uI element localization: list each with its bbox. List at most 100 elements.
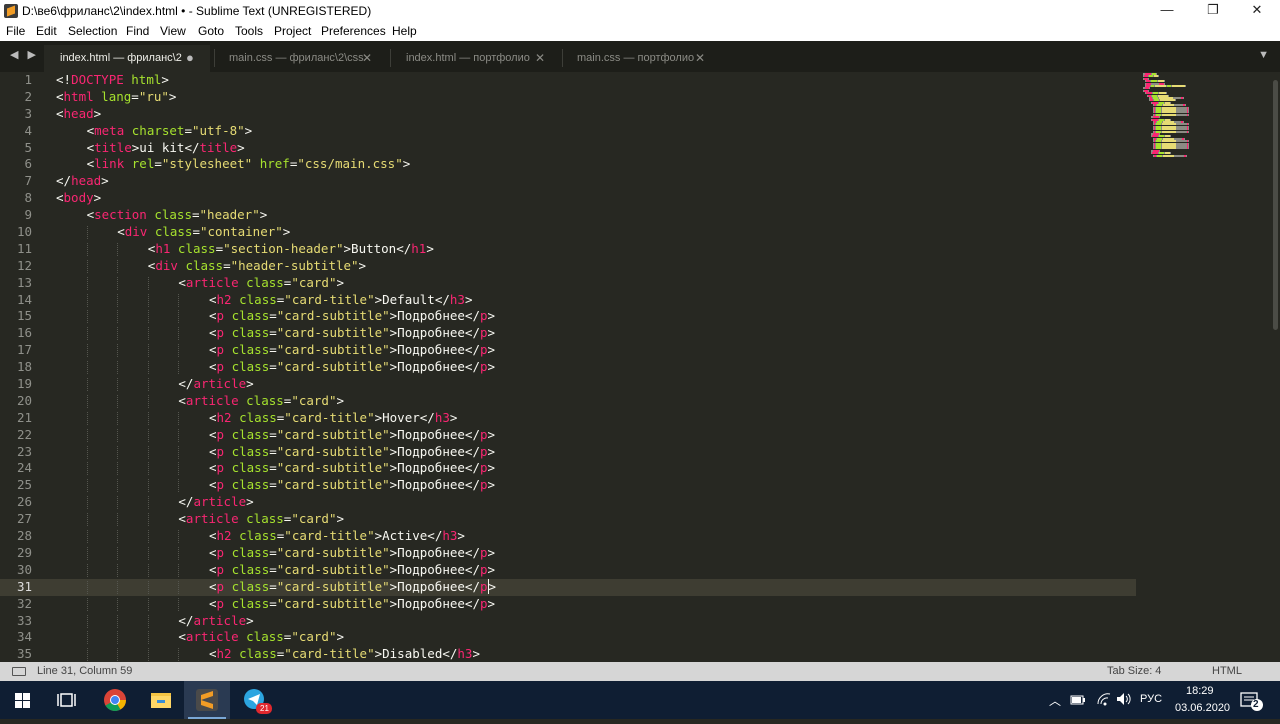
menu-file[interactable]: File xyxy=(6,24,25,38)
code-line[interactable]: </article> xyxy=(56,613,1136,630)
close-icon[interactable]: ✕ xyxy=(695,45,705,71)
tab-main-css-freelance[interactable]: main.css — фриланс\2\css ✕ xyxy=(213,45,383,72)
tab-size[interactable]: Tab Size: 4 xyxy=(1107,665,1161,677)
code-line[interactable]: <p class="card-subtitle">Подробнее</p> xyxy=(56,427,1136,444)
code-line[interactable]: <p class="card-subtitle">Подробнее</p> xyxy=(56,444,1136,461)
code-line[interactable]: <p class="card-subtitle">Подробнее</p> xyxy=(56,325,1136,342)
code-line[interactable]: <p class="card-subtitle">Подробнее</p> xyxy=(56,308,1136,325)
code-line[interactable]: <div class="container"> xyxy=(56,224,1136,241)
tab-main-css-portfolio[interactable]: main.css — портфолио ✕ xyxy=(561,45,731,72)
file-explorer-icon[interactable] xyxy=(138,681,184,719)
windows-start-icon[interactable] xyxy=(0,681,46,719)
indent-guide xyxy=(117,462,119,476)
indent-guide xyxy=(178,327,180,341)
clock-date[interactable]: 03.06.2020 xyxy=(1175,702,1230,714)
code-token: </ xyxy=(178,612,194,628)
code-line[interactable]: <p class="card-subtitle">Подробнее</p> xyxy=(56,578,1136,596)
code-line[interactable]: <p class="card-subtitle">Подробнее</p> xyxy=(56,342,1136,359)
close-button[interactable]: ✕ xyxy=(1234,0,1280,22)
indent-guide xyxy=(178,428,180,442)
chevron-up-icon[interactable]: ︿ xyxy=(1049,692,1061,709)
minimap[interactable] xyxy=(1140,72,1270,662)
code-line[interactable]: <p class="card-subtitle">Подробнее</p> xyxy=(56,596,1136,613)
menu-edit[interactable]: Edit xyxy=(36,24,57,38)
menu-preferences[interactable]: Preferences xyxy=(321,24,386,38)
code-line[interactable]: <article class="card"> xyxy=(56,393,1136,410)
minimize-button[interactable]: — xyxy=(1144,0,1190,22)
syntax-mode[interactable]: HTML xyxy=(1212,665,1242,677)
code-line[interactable]: <h1 class="section-header">Button</h1> xyxy=(56,241,1136,258)
indent-guide xyxy=(117,378,119,392)
menu-tools[interactable]: Tools xyxy=(235,24,263,38)
notifications-icon[interactable] xyxy=(1240,690,1264,712)
minimap-line xyxy=(1185,85,1186,87)
code-line[interactable]: <h2 class="card-title">Hover</h3> xyxy=(56,410,1136,427)
scrollbar-thumb[interactable] xyxy=(1273,80,1278,330)
code-token: "card-subtitle" xyxy=(276,578,390,594)
menu-selection[interactable]: Selection xyxy=(68,24,117,38)
code-token: < xyxy=(56,190,64,206)
close-icon[interactable]: ✕ xyxy=(535,45,545,71)
unsaved-dot-icon[interactable]: ● xyxy=(186,45,194,71)
volume-icon[interactable] xyxy=(1115,692,1133,706)
code-line[interactable]: <h2 class="card-title">Active</h3> xyxy=(56,528,1136,545)
code-line[interactable]: <html lang="ru"> xyxy=(56,89,1136,106)
code-token: body xyxy=(63,190,94,206)
code-token: > xyxy=(487,308,496,324)
menu-view[interactable]: View xyxy=(160,24,186,38)
wifi-icon[interactable] xyxy=(1096,692,1112,706)
code-line[interactable]: <head> xyxy=(56,106,1136,123)
tab-dropdown-icon[interactable]: ▼ xyxy=(1258,49,1269,61)
code-line[interactable]: <title>ui kit</title> xyxy=(56,140,1136,157)
menu-help[interactable]: Help xyxy=(392,24,417,38)
code-line[interactable]: <article class="card"> xyxy=(56,275,1136,292)
panel-toggle-icon[interactable] xyxy=(12,667,26,676)
code-line[interactable]: <body> xyxy=(56,190,1136,207)
code-line[interactable]: <h2 class="card-title">Default</h3> xyxy=(56,292,1136,309)
code-line[interactable]: <p class="card-subtitle">Подробнее</p> xyxy=(56,359,1136,376)
close-icon[interactable]: ✕ xyxy=(362,45,372,71)
maximize-button[interactable]: ❐ xyxy=(1190,0,1236,22)
code-line[interactable]: <article class="card"> xyxy=(56,511,1136,528)
line-number: 26 xyxy=(16,494,32,510)
indent-guide xyxy=(117,411,119,425)
code-line[interactable]: </head> xyxy=(56,173,1136,190)
vertical-scrollbar[interactable] xyxy=(1271,72,1280,662)
battery-icon[interactable] xyxy=(1070,693,1086,706)
telegram-icon[interactable]: 21 xyxy=(232,681,278,719)
code-line[interactable]: <link rel="stylesheet" href="css/main.cs… xyxy=(56,156,1136,173)
code-line[interactable]: <p class="card-subtitle">Подробнее</p> xyxy=(56,545,1136,562)
code-line[interactable]: <article class="card"> xyxy=(56,629,1136,646)
tab-index-html-freelance[interactable]: index.html — фриланс\2 ● xyxy=(44,45,210,72)
indent-guide xyxy=(147,293,149,307)
code-line[interactable]: <!DOCTYPE html> xyxy=(56,72,1136,89)
code-editor[interactable]: <!DOCTYPE html> <html lang="ru"> <head> <me… xyxy=(56,72,1136,662)
menu-project[interactable]: Project xyxy=(274,24,311,38)
code-token: >Подробнее</ xyxy=(389,595,480,611)
minimap-line xyxy=(1176,113,1187,116)
code-token: h2 xyxy=(216,291,232,307)
input-language[interactable]: РУС xyxy=(1140,693,1162,705)
code-line[interactable]: <section class="header"> xyxy=(56,207,1136,224)
chrome-icon[interactable] xyxy=(92,681,138,719)
code-line[interactable]: <meta charset="utf-8"> xyxy=(56,123,1136,140)
indent-guide xyxy=(86,276,88,290)
task-view-icon[interactable] xyxy=(46,681,92,719)
code-line[interactable]: <p class="card-subtitle">Подробнее</p> xyxy=(56,477,1136,494)
code-line[interactable]: <div class="header-subtitle"> xyxy=(56,258,1136,275)
sublime-text-taskbar-icon[interactable] xyxy=(184,681,230,719)
code-line[interactable]: </article> xyxy=(56,494,1136,511)
tab-nav-arrows-icon[interactable]: ◀ ▶ xyxy=(10,48,39,61)
code-line[interactable]: <p class="card-subtitle">Подробнее</p> xyxy=(56,460,1136,477)
clock-time[interactable]: 18:29 xyxy=(1186,685,1214,697)
code-line[interactable]: <p class="card-subtitle">Подробнее</p> xyxy=(56,562,1136,579)
code-line[interactable]: <h2 class="card-title">Disabled</h3> xyxy=(56,646,1136,662)
indent-guide xyxy=(86,479,88,493)
code-line[interactable]: </article> xyxy=(56,376,1136,393)
menu-goto[interactable]: Goto xyxy=(198,24,224,38)
menu-find[interactable]: Find xyxy=(126,24,149,38)
tab-index-html-portfolio[interactable]: index.html — портфолио ✕ xyxy=(390,45,560,72)
